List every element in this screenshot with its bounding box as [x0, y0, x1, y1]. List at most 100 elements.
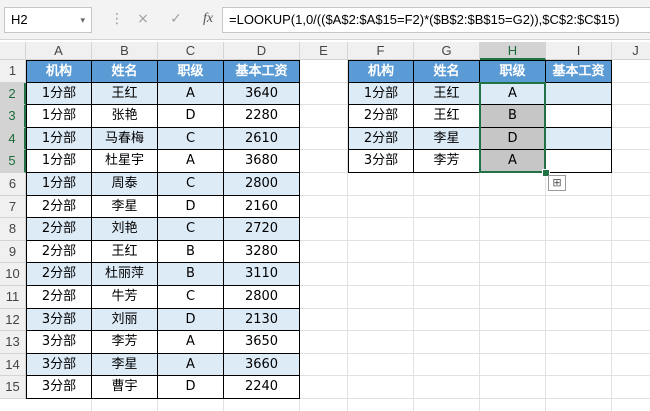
t2-cell[interactable]: A	[480, 150, 546, 173]
t2-cell[interactable]	[546, 127, 612, 151]
t2-cell[interactable]	[546, 105, 612, 128]
t1-cell[interactable]: 李芳	[92, 331, 158, 354]
t1-cell[interactable]: 2280	[224, 105, 300, 128]
t1-cell[interactable]: 1分部	[26, 173, 92, 196]
t1-cell[interactable]: 3640	[224, 82, 300, 106]
t2-cell[interactable]: 3分部	[348, 150, 414, 173]
t1-cell[interactable]: 3分部	[26, 331, 92, 354]
t1-cell[interactable]: 张艳	[92, 105, 158, 128]
t1-cell[interactable]: 3110	[224, 263, 300, 286]
row-header-8[interactable]: 8	[0, 218, 26, 241]
t2-cell[interactable]: 王红	[414, 105, 480, 128]
t1-cell[interactable]: 3分部	[26, 376, 92, 399]
row-header-14[interactable]: 14	[0, 353, 26, 377]
t1-cell[interactable]: 2160	[224, 195, 300, 219]
t1-cell[interactable]: 2分部	[26, 218, 92, 241]
t1-cell[interactable]: 3650	[224, 331, 300, 354]
row-header-10[interactable]: 10	[0, 263, 26, 286]
t1-header-cell[interactable]: 职级	[158, 60, 224, 83]
t1-cell[interactable]: 2分部	[26, 195, 92, 219]
t2-cell[interactable]: 2分部	[348, 105, 414, 128]
t1-cell[interactable]: 2720	[224, 218, 300, 241]
t2-cell[interactable]: 王红	[414, 82, 480, 106]
t1-cell[interactable]: 3280	[224, 240, 300, 264]
column-header-a[interactable]: A	[26, 42, 92, 60]
t1-header-cell[interactable]: 基本工资	[224, 60, 300, 83]
t2-header-cell[interactable]: 职级	[480, 60, 546, 83]
t1-cell[interactable]: 1分部	[26, 105, 92, 128]
t1-cell[interactable]: D	[158, 376, 224, 399]
t1-cell[interactable]: C	[158, 218, 224, 241]
t1-cell[interactable]: 2分部	[26, 240, 92, 264]
t1-cell[interactable]: 王红	[92, 240, 158, 264]
worksheet-grid[interactable]: A B C D E F G H I J 1 2 3 4 5 6 7 8 9 10 11 12 13 14 15 机构 姓名 职级 基本工…	[0, 0, 650, 411]
row-header-7[interactable]: 7	[0, 195, 26, 219]
select-all-corner[interactable]	[0, 42, 26, 60]
t1-cell[interactable]: A	[158, 82, 224, 106]
t1-cell[interactable]: 2分部	[26, 286, 92, 309]
t1-cell[interactable]: 2800	[224, 286, 300, 309]
t2-cell[interactable]: 李芳	[414, 150, 480, 173]
t1-cell[interactable]: 李星	[92, 353, 158, 377]
row-header-11[interactable]: 11	[0, 286, 26, 309]
t2-cell[interactable]	[546, 82, 612, 106]
t1-cell[interactable]: 3分部	[26, 353, 92, 377]
row-header-2[interactable]: 2	[0, 82, 26, 106]
t1-cell[interactable]: C	[158, 173, 224, 196]
t1-cell[interactable]: 杜星宇	[92, 150, 158, 173]
t1-cell[interactable]: D	[158, 105, 224, 128]
t2-cell[interactable]: 李星	[414, 127, 480, 151]
t2-cell[interactable]: B	[480, 105, 546, 128]
t1-cell[interactable]: 刘艳	[92, 218, 158, 241]
t1-cell[interactable]: 王红	[92, 82, 158, 106]
t1-cell[interactable]: A	[158, 331, 224, 354]
t1-header-cell[interactable]: 机构	[26, 60, 92, 83]
t1-cell[interactable]: 刘丽	[92, 308, 158, 332]
t1-cell[interactable]: 2240	[224, 376, 300, 399]
row-header-1[interactable]: 1	[0, 60, 26, 83]
row-header-13[interactable]: 13	[0, 331, 26, 354]
t2-header-cell[interactable]: 机构	[348, 60, 414, 83]
t1-cell[interactable]: 2610	[224, 127, 300, 151]
row-header-6[interactable]: 6	[0, 173, 26, 196]
t1-cell[interactable]: A	[158, 150, 224, 173]
t1-cell[interactable]: B	[158, 240, 224, 264]
t1-cell[interactable]: C	[158, 127, 224, 151]
row-header-3[interactable]: 3	[0, 105, 26, 128]
t1-cell[interactable]: 牛芳	[92, 286, 158, 309]
t1-cell[interactable]: 2800	[224, 173, 300, 196]
column-header-f[interactable]: F	[348, 42, 414, 60]
t1-cell[interactable]: 马春梅	[92, 127, 158, 151]
t1-cell[interactable]: A	[158, 353, 224, 377]
row-header-12[interactable]: 12	[0, 308, 26, 332]
t2-cell[interactable]	[546, 150, 612, 173]
t2-header-cell[interactable]: 基本工资	[546, 60, 612, 83]
column-header-b[interactable]: B	[92, 42, 158, 60]
t1-cell[interactable]: 3680	[224, 150, 300, 173]
t1-cell[interactable]: B	[158, 263, 224, 286]
t1-header-cell[interactable]: 姓名	[92, 60, 158, 83]
column-header-d[interactable]: D	[224, 42, 300, 60]
row-header-4[interactable]: 4	[0, 127, 26, 151]
column-header-j[interactable]: J	[612, 42, 650, 60]
row-header-5[interactable]: 5	[0, 150, 26, 173]
t2-cell[interactable]: D	[480, 127, 546, 151]
column-header-i[interactable]: I	[546, 42, 612, 60]
t1-cell[interactable]: 李星	[92, 195, 158, 219]
t1-cell[interactable]: D	[158, 195, 224, 219]
quick-analysis-icon[interactable]: ⊞	[548, 175, 566, 191]
row-header-9[interactable]: 9	[0, 240, 26, 264]
t1-cell[interactable]: 3660	[224, 353, 300, 377]
column-header-g[interactable]: G	[414, 42, 480, 60]
t1-cell[interactable]: 周泰	[92, 173, 158, 196]
column-header-c[interactable]: C	[158, 42, 224, 60]
t1-cell[interactable]: 1分部	[26, 127, 92, 151]
t1-cell[interactable]: 2130	[224, 308, 300, 332]
t1-cell[interactable]: 3分部	[26, 308, 92, 332]
t1-cell[interactable]: C	[158, 286, 224, 309]
t2-cell[interactable]: 1分部	[348, 82, 414, 106]
row-header-15[interactable]: 15	[0, 376, 26, 399]
t1-cell[interactable]: 曹宇	[92, 376, 158, 399]
t1-cell[interactable]: D	[158, 308, 224, 332]
column-header-e[interactable]: E	[300, 42, 348, 60]
